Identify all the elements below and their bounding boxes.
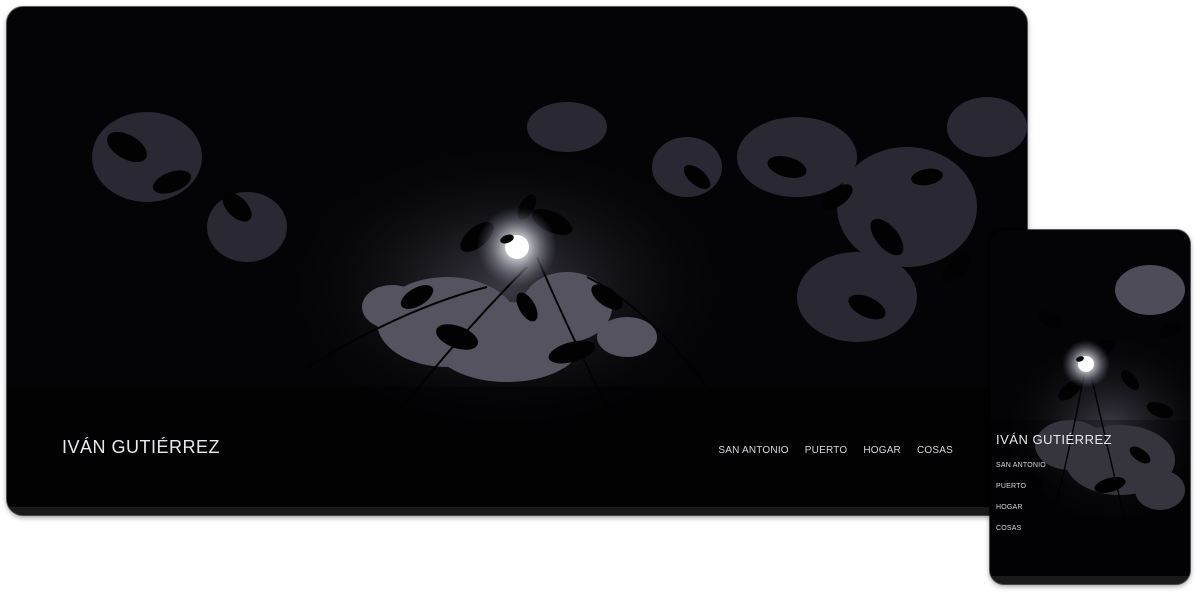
nav-item-puerto[interactable]: PUERTO (805, 445, 848, 456)
site-title[interactable]: IVÁN GUTIÉRREZ (62, 437, 220, 458)
site-title-mobile[interactable]: IVÁN GUTIÉRREZ (996, 432, 1112, 447)
nav-item-san-antonio[interactable]: SAN ANTONIO (718, 445, 788, 456)
mobile-mockup: IVÁN GUTIÉRREZ SAN ANTONIO PUERTO HOGAR … (990, 230, 1190, 584)
desktop-screen: IVÁN GUTIÉRREZ SAN ANTONIO PUERTO HOGAR … (7, 7, 1027, 507)
nav-item-puerto[interactable]: PUERTO (996, 483, 1046, 490)
main-nav: SAN ANTONIO PUERTO HOGAR COSAS (718, 445, 953, 456)
hero-moon-photo (7, 7, 1027, 507)
mobile-bezel-bottom (990, 576, 1190, 584)
mobile-screen: IVÁN GUTIÉRREZ SAN ANTONIO PUERTO HOGAR … (990, 230, 1190, 576)
main-nav-mobile: SAN ANTONIO PUERTO HOGAR COSAS (996, 462, 1046, 532)
nav-item-san-antonio[interactable]: SAN ANTONIO (996, 462, 1046, 469)
nav-item-hogar[interactable]: HOGAR (996, 504, 1046, 511)
nav-item-cosas[interactable]: COSAS (917, 445, 953, 456)
desktop-mockup: IVÁN GUTIÉRREZ SAN ANTONIO PUERTO HOGAR … (7, 7, 1027, 515)
nav-item-cosas[interactable]: COSAS (996, 525, 1046, 532)
desktop-bezel-bottom (7, 507, 1027, 515)
nav-item-hogar[interactable]: HOGAR (863, 445, 901, 456)
